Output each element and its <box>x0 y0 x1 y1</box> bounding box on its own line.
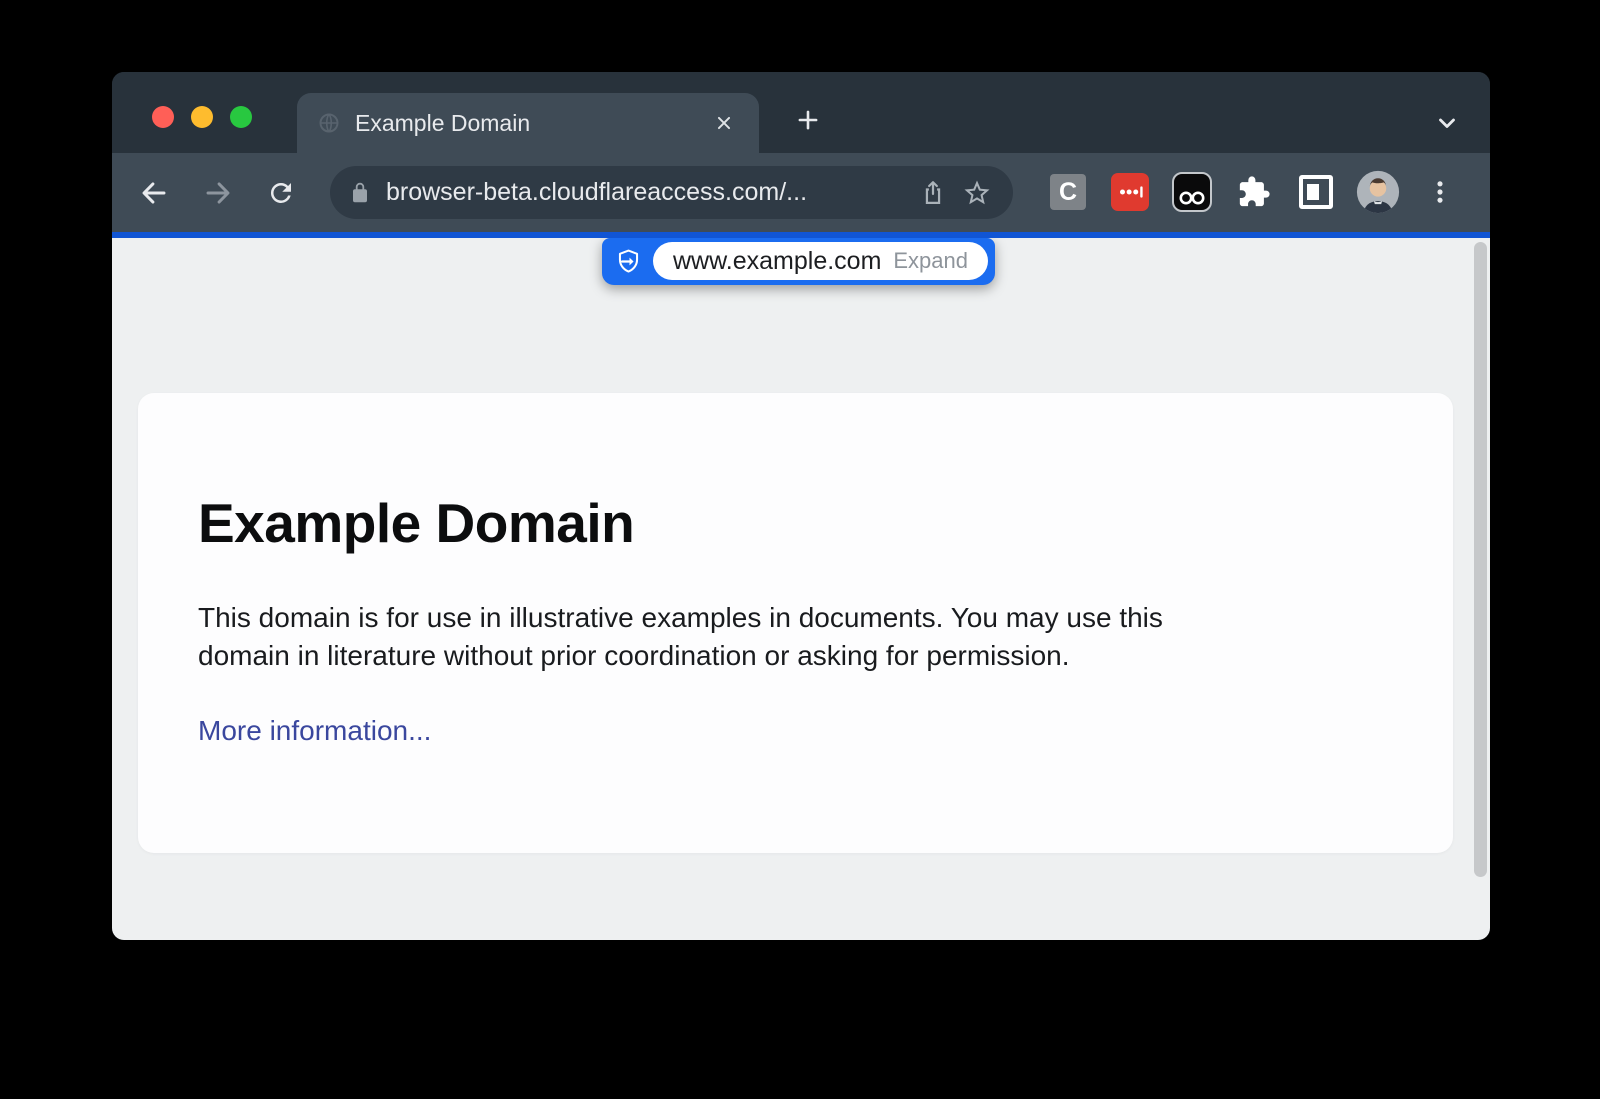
tab-example-domain[interactable]: Example Domain <box>297 93 759 153</box>
shield-arrow-icon <box>615 248 642 275</box>
profile-avatar[interactable] <box>1356 170 1400 214</box>
cloudflare-access-domain-pill[interactable]: www.example.com Expand <box>602 238 995 285</box>
tab-strip: Example Domain <box>112 72 1490 153</box>
window-controls <box>152 106 252 128</box>
page-viewport: www.example.com Expand Example Domain Th… <box>112 238 1490 940</box>
back-button[interactable] <box>131 170 176 215</box>
globe-icon <box>317 111 341 135</box>
address-bar[interactable]: browser-beta.cloudflareaccess.com/... <box>330 166 1013 219</box>
content-card: Example Domain This domain is for use in… <box>138 393 1453 853</box>
forward-button[interactable] <box>195 170 240 215</box>
more-information-link[interactable]: More information... <box>198 715 431 747</box>
extensions-puzzle-icon[interactable] <box>1232 170 1276 214</box>
extensions-row: C <box>1046 170 1462 214</box>
tab-title: Example Domain <box>355 110 709 137</box>
tab-close-icon[interactable] <box>709 108 739 138</box>
access-domain-capsule: www.example.com Expand <box>653 242 988 280</box>
browser-window: Example Domain <box>112 72 1490 940</box>
url-text: browser-beta.cloudflareaccess.com/... <box>386 178 911 207</box>
share-button[interactable] <box>911 171 955 215</box>
desktop-background: Example Domain <box>0 0 1600 1099</box>
vertical-scrollbar-thumb[interactable] <box>1474 242 1487 877</box>
c-extension-icon[interactable]: C <box>1046 170 1090 214</box>
minimize-window-button[interactable] <box>191 106 213 128</box>
fullscreen-window-button[interactable] <box>230 106 252 128</box>
new-tab-button[interactable] <box>786 98 830 142</box>
close-window-button[interactable] <box>152 106 174 128</box>
page-body-text: This domain is for use in illustrative e… <box>198 599 1383 675</box>
browser-menu-icon[interactable] <box>1418 170 1462 214</box>
page-title: Example Domain <box>198 491 1383 555</box>
two-circles-extension-icon[interactable] <box>1170 170 1214 214</box>
bookmark-star-button[interactable] <box>955 171 999 215</box>
tab-list-chevron-button[interactable] <box>1425 101 1469 145</box>
password-manager-extension-icon[interactable] <box>1108 170 1152 214</box>
lock-icon <box>348 181 372 205</box>
expand-button[interactable]: Expand <box>893 248 968 274</box>
access-domain-text: www.example.com <box>673 247 893 276</box>
side-panel-extension-icon[interactable] <box>1294 170 1338 214</box>
reload-button[interactable] <box>258 170 303 215</box>
browser-toolbar: browser-beta.cloudflareaccess.com/... C <box>112 153 1490 232</box>
